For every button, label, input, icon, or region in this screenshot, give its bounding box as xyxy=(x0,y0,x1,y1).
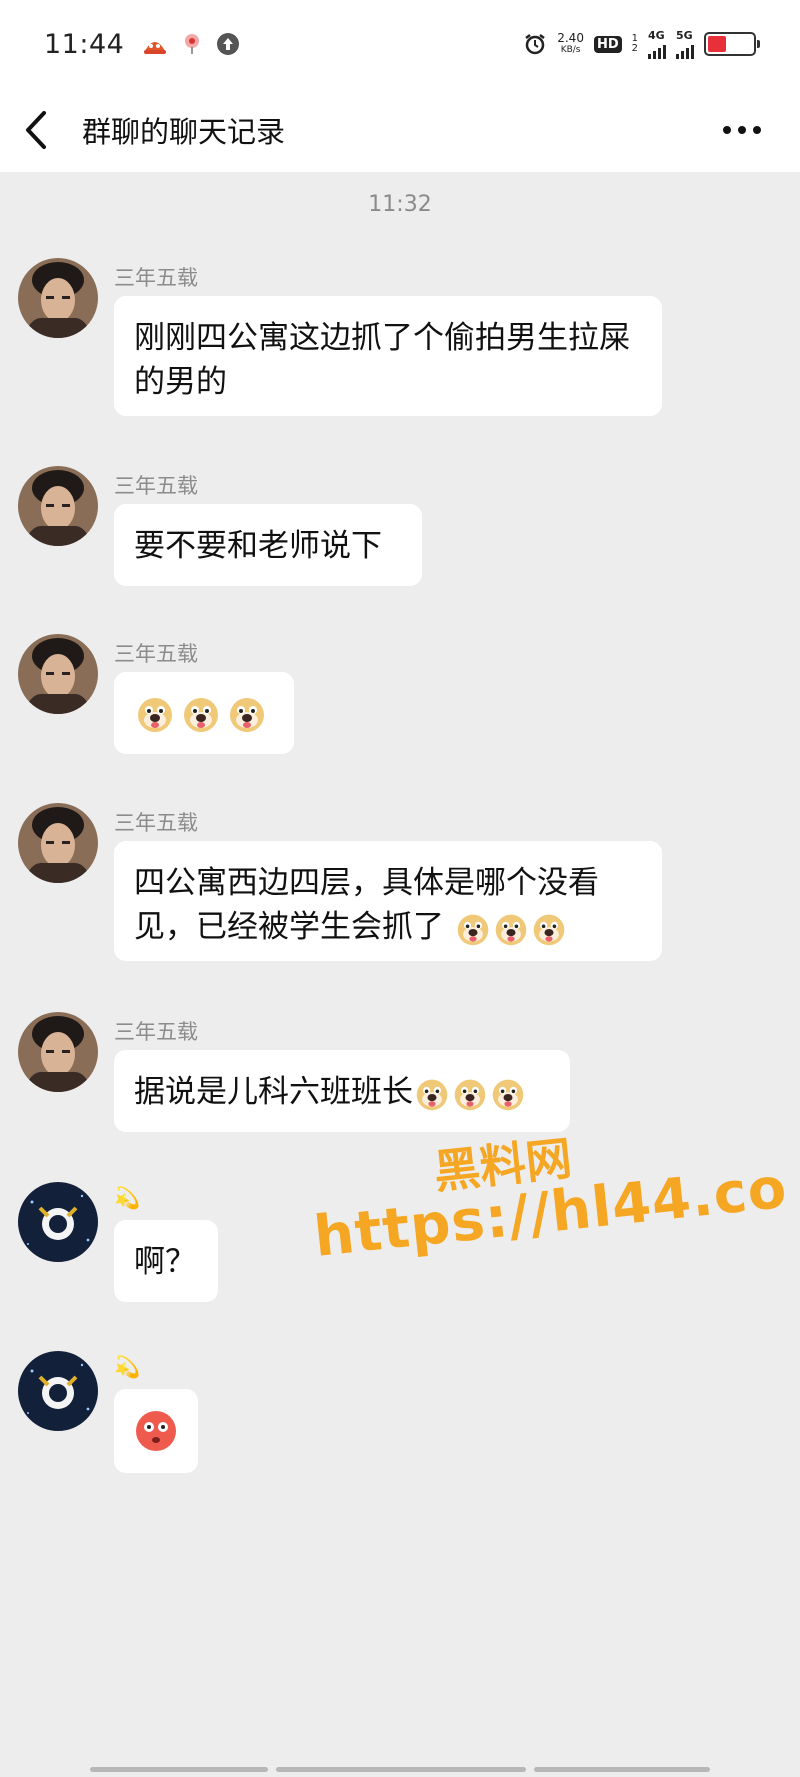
message-bubble[interactable] xyxy=(114,1389,198,1473)
dog-emoji-icon xyxy=(454,1079,486,1110)
avatar[interactable] xyxy=(18,803,98,883)
back-button[interactable] xyxy=(22,88,82,172)
message-bubble[interactable] xyxy=(114,672,294,754)
message-bubble[interactable]: 刚刚四公寓这边抓了个偷拍男生拉屎的男的 xyxy=(114,296,662,416)
location-pin-icon xyxy=(182,32,202,56)
sender-name: 三年五载 xyxy=(114,266,198,290)
sender-name: 💫 xyxy=(114,1355,141,1379)
alarm-icon xyxy=(523,32,547,56)
sender-name: 三年五载 xyxy=(114,642,198,666)
dog-emoji-icon xyxy=(492,1079,524,1110)
message-bubble[interactable]: 据说是儿科六班班长 xyxy=(114,1050,570,1132)
more-options-button[interactable] xyxy=(712,100,772,160)
message-text: 据说是儿科六班班长 xyxy=(134,1074,413,1110)
flushed-face-emoji-icon xyxy=(136,1411,176,1451)
avatar[interactable] xyxy=(18,1351,98,1431)
dog-emoji-icon xyxy=(457,914,489,945)
hd-badge: HD xyxy=(593,35,622,53)
dog-emoji-group xyxy=(444,909,568,945)
signal-icon xyxy=(676,41,694,59)
avatar[interactable] xyxy=(18,1012,98,1092)
title-bar: 群聊的聊天记录 xyxy=(0,88,800,172)
home-indicator xyxy=(0,1767,800,1773)
message-bubble[interactable]: 啊？ xyxy=(114,1220,218,1302)
dog-emoji-group xyxy=(413,1074,527,1110)
chevron-left-icon xyxy=(26,111,46,149)
dog-emoji-icon xyxy=(533,914,565,945)
battery-level xyxy=(708,36,726,52)
dog-emoji-icon xyxy=(495,914,527,945)
home-indicator-segment xyxy=(276,1767,526,1772)
network-speed: 2.40 KB/s xyxy=(557,32,584,56)
message-bubble[interactable]: 四公寓西边四层，具体是哪个没看见，已经被学生会抓了 xyxy=(114,841,662,961)
message-bubble[interactable]: 要不要和老师说下 xyxy=(114,504,422,586)
message-text: 啊？ xyxy=(134,1244,196,1280)
notification-app-icon xyxy=(142,33,168,55)
status-left-icons xyxy=(142,32,240,56)
sender-name: 💫 xyxy=(114,1186,141,1210)
timestamp-divider: 11:32 xyxy=(368,192,432,217)
signal-5g: 5G xyxy=(676,30,694,59)
network-speed-value: 2.40 xyxy=(557,31,584,45)
avatar[interactable] xyxy=(18,466,98,546)
signal-5g-label: 5G xyxy=(676,28,693,42)
upload-icon xyxy=(216,32,240,56)
status-time: 11:44 xyxy=(44,28,125,60)
avatar[interactable] xyxy=(18,1182,98,1262)
status-bar: 11:44 2.40 KB/s HD 1 2 4G 5G xyxy=(0,0,800,88)
message-text: 刚刚四公寓这边抓了个偷拍男生拉屎的男的 xyxy=(134,320,630,400)
battery-icon xyxy=(704,32,760,56)
more-dot-icon xyxy=(753,126,761,134)
chat-area[interactable]: 11:32 三年五载 刚刚四公寓这边抓了个偷拍男生拉屎的男的 三年五载 要不要和… xyxy=(0,172,800,1777)
home-indicator-segment xyxy=(90,1767,268,1772)
message-text: 要不要和老师说下 xyxy=(134,528,382,564)
signal-4g: 4G xyxy=(648,30,666,59)
dog-emoji-icon xyxy=(230,698,264,732)
more-dot-icon xyxy=(738,126,746,134)
status-right: 2.40 KB/s HD 1 2 4G 5G xyxy=(523,30,760,59)
signal-icon xyxy=(648,41,666,59)
network-speed-unit: KB/s xyxy=(560,45,581,55)
home-indicator-segment xyxy=(534,1767,710,1772)
sender-name: 三年五载 xyxy=(114,1020,198,1044)
avatar[interactable] xyxy=(18,258,98,338)
more-dot-icon xyxy=(723,126,731,134)
sender-name: 三年五载 xyxy=(114,474,198,498)
dog-emoji-icon xyxy=(416,1079,448,1110)
dog-emoji-icon xyxy=(184,698,218,732)
avatar[interactable] xyxy=(18,634,98,714)
emoji-row xyxy=(134,692,274,736)
signal-4g-label: 4G xyxy=(648,28,665,42)
sender-name: 三年五载 xyxy=(114,811,198,835)
page-title: 群聊的聊天记录 xyxy=(82,115,286,149)
hd-sim-number: 1 2 xyxy=(631,33,638,54)
dog-emoji-icon xyxy=(138,698,172,732)
